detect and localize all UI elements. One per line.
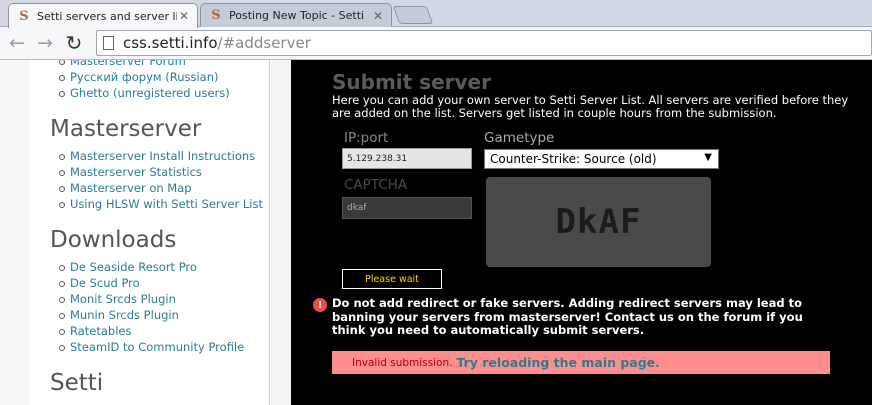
error-text: Invalid submission. (352, 356, 453, 369)
captcha-input[interactable]: dkaf (342, 197, 472, 219)
sidebar-link-map[interactable]: Masterserver on Map (59, 181, 192, 195)
sidebar-link-monit[interactable]: Monit Srcds Plugin (59, 292, 176, 306)
tab-strip: S Setti servers and server lists ✕ S Pos… (0, 0, 872, 28)
sidebar-link-hlsw[interactable]: Using HLSW with Setti Server List (59, 197, 263, 211)
sidebar-link-munin[interactable]: Munin Srcds Plugin (59, 308, 179, 322)
sidebar-heading-downloads: Downloads (50, 227, 177, 253)
dropdown-arrow-icon: ▼ (704, 152, 712, 163)
setti-favicon-icon: S (211, 8, 221, 23)
warning-icon: ! (313, 298, 327, 312)
sidebar-link-masterserver-forum[interactable]: Masterserver Forum (59, 60, 186, 68)
tab-title: Posting New Topic - Setti (229, 9, 365, 22)
ip-port-label: IP:port (344, 130, 389, 146)
close-tab-icon[interactable]: ✕ (177, 9, 191, 23)
url-host: css.setti.info (123, 34, 218, 52)
sidebar-heading-setti: Setti (50, 370, 104, 396)
close-tab-icon[interactable]: ✕ (371, 9, 385, 23)
sidebar-link-statistics[interactable]: Masterserver Statistics (59, 165, 202, 179)
ip-port-input[interactable]: 5.129.238.31 (342, 148, 472, 169)
sidebar-link-de-scud[interactable]: De Scud Pro (59, 276, 140, 290)
page-content: Masterserver Forum Русский форум (Russia… (0, 60, 872, 405)
warning-text: Do not add redirect or fake servers. Add… (332, 296, 803, 337)
page-background-left (0, 60, 30, 405)
sidebar-link-de-seaside[interactable]: De Seaside Resort Pro (59, 260, 197, 274)
browser-toolbar: ← → ↻ css.setti.info/#addserver (0, 27, 872, 60)
captcha-image: DkAF (486, 177, 711, 267)
url-path: /#addserver (217, 34, 311, 52)
sidebar-link-ratetables[interactable]: Ratetables (59, 324, 132, 338)
tab-setti-servers[interactable]: S Setti servers and server lists ✕ (8, 3, 198, 28)
sidebar-heading-masterserver: Masterserver (50, 116, 202, 142)
sidebar-link-ghetto[interactable]: Ghetto (unregistered users) (59, 86, 230, 100)
page-title: Submit server (332, 70, 491, 94)
sidebar-link-install-instructions[interactable]: Masterserver Install Instructions (58, 149, 255, 163)
forward-arrow-icon[interactable]: → (34, 32, 56, 54)
address-bar[interactable]: css.setti.info/#addserver (96, 30, 872, 56)
sidebar: Masterserver Forum Русский форум (Russia… (30, 60, 270, 405)
sidebar-link-steamid[interactable]: SteamID to Community Profile (58, 340, 244, 354)
setti-favicon-icon: S (19, 8, 29, 24)
tab-posting-new-topic[interactable]: S Posting New Topic - Setti ✕ (200, 3, 392, 27)
please-wait-button[interactable]: Please wait (342, 269, 442, 289)
submit-server-panel: Submit server Here you can add your own … (291, 60, 872, 405)
gametype-selected-value: Counter-Strike: Source (old) (490, 152, 657, 166)
gametype-select[interactable]: Counter-Strike: Source (old) ▼ (484, 149, 719, 169)
error-message-bar: Invalid submission. Try reloading the ma… (332, 351, 830, 374)
gametype-label: Gametype (484, 130, 555, 146)
tab-title: Setti servers and server lists (37, 9, 177, 23)
intro-text: Here you can add your own server to Sett… (332, 93, 849, 120)
page-background-gap (271, 60, 291, 405)
reload-main-page-link[interactable]: Try reloading the main page. (456, 355, 659, 370)
captcha-label: CAPTCHA (344, 177, 408, 193)
back-arrow-icon[interactable]: ← (6, 32, 28, 54)
new-tab-button[interactable] (392, 6, 434, 24)
sidebar-link-russian-forum[interactable]: Русский форум (Russian) (59, 70, 219, 84)
reload-icon[interactable]: ↻ (63, 31, 85, 55)
page-icon (103, 36, 114, 50)
